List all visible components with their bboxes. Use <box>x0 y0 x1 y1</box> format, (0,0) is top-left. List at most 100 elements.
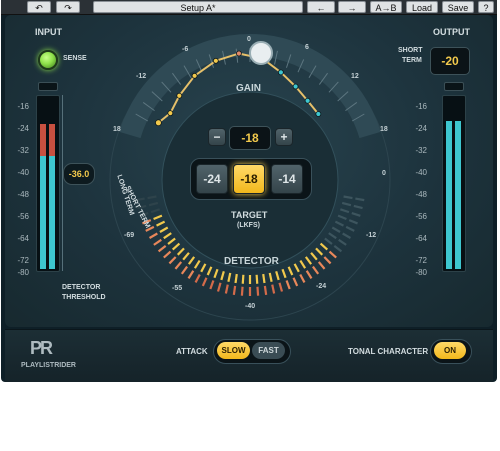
target-value[interactable]: -18 <box>229 126 271 150</box>
detector-bar <box>310 252 318 261</box>
detector-bar <box>148 201 159 207</box>
gain-dot <box>191 72 198 79</box>
detector-bar <box>150 208 160 214</box>
detector-bar <box>224 284 229 294</box>
target-label: TARGET <box>231 210 268 220</box>
detector-bar <box>194 273 201 283</box>
target-preset-minus18[interactable]: -18 <box>233 164 265 194</box>
detector-tick-label: -55 <box>172 285 183 292</box>
detector-tick-label: -12 <box>366 232 377 239</box>
detector-bar <box>324 237 333 245</box>
detector-bar <box>315 247 324 256</box>
detector-bar <box>285 280 291 290</box>
detector-bar <box>234 273 238 284</box>
detector-bar <box>227 272 232 282</box>
detector-bar <box>241 274 245 284</box>
detector-bar <box>232 285 237 296</box>
detector-bar <box>328 232 337 240</box>
detector-bar <box>263 285 268 296</box>
brand-name: PLAYLISTRIDER <box>21 362 76 369</box>
gain-tick-label: 18 <box>113 126 121 133</box>
detector-bar <box>348 219 358 225</box>
attack-label: ATTACK <box>176 347 208 356</box>
detector-bar <box>176 247 185 256</box>
detector-bar <box>341 201 352 207</box>
gain-label: GAIN <box>236 83 261 94</box>
target-preset-minus14[interactable]: -14 <box>271 164 303 194</box>
detector-bar <box>351 212 361 217</box>
detector-bar <box>193 259 201 269</box>
detector-bar <box>268 272 273 282</box>
gain-tick-label: 0 <box>247 36 251 43</box>
target-units: (LKFS) <box>237 222 260 229</box>
detector-tick-label: -69 <box>124 232 135 239</box>
detector-bar <box>292 277 299 287</box>
detector-bar <box>255 274 259 284</box>
detector-bar <box>171 242 181 251</box>
detector-bar <box>163 250 172 259</box>
detector-bar <box>182 252 190 261</box>
detector-bar <box>174 261 183 270</box>
detector-bar <box>220 271 225 281</box>
gain-dot <box>315 111 322 117</box>
detector-bar <box>216 282 222 292</box>
detector-bar <box>153 214 163 220</box>
detector-bar <box>293 263 300 273</box>
detector-bar <box>304 256 313 265</box>
gain-dot <box>292 83 299 90</box>
detector-bar <box>271 284 276 294</box>
detector-bar <box>317 261 326 270</box>
detector-bar <box>201 277 208 287</box>
minus-icon: − <box>213 130 221 144</box>
detector-bar <box>209 280 215 290</box>
detector-bar <box>334 220 344 227</box>
gain-dot <box>236 50 242 57</box>
detector-bar <box>187 270 195 279</box>
detector-bar <box>163 232 172 240</box>
detector-bar <box>156 220 166 227</box>
gain-dot <box>212 57 219 64</box>
detector-bar <box>337 214 347 220</box>
detector-bar <box>333 245 343 253</box>
gain-knob[interactable] <box>249 41 273 65</box>
detector-bar <box>240 286 244 296</box>
attack-fast-button[interactable]: FAST <box>252 342 285 359</box>
detector-bar <box>168 256 177 265</box>
target-decrement-button[interactable]: − <box>208 128 226 146</box>
detector-bar <box>187 256 196 265</box>
detector-bar <box>281 268 287 279</box>
target-preset-minus24[interactable]: -24 <box>196 164 228 194</box>
detector-bar <box>355 197 365 202</box>
gain-dot <box>277 69 284 76</box>
detector-bar <box>200 263 207 273</box>
gain-tick-label: 18 <box>380 126 388 133</box>
detector-bar <box>331 226 341 233</box>
gain-dot <box>155 119 162 127</box>
detector-bar <box>328 250 337 259</box>
tonal-character-on-button[interactable]: ON <box>434 342 466 359</box>
detector-label: DETECTOR <box>224 256 279 267</box>
detector-bar <box>180 265 188 275</box>
tonal-character-label: TONAL CHARACTER <box>348 347 429 356</box>
detector-bar <box>345 225 355 232</box>
detector-tick-label: -40 <box>245 303 256 310</box>
gain-tick-label: 6 <box>305 44 309 51</box>
detector-bar <box>148 232 158 239</box>
detector-bar <box>275 271 280 281</box>
detector-bar <box>353 204 363 210</box>
detector-bar <box>153 238 162 246</box>
detector-bar <box>305 270 313 279</box>
detector-bar <box>157 245 167 253</box>
playlistrider-logo: PR <box>30 338 53 358</box>
detector-bar <box>299 259 307 269</box>
detector-bar <box>340 208 350 214</box>
gain-dot <box>304 97 311 104</box>
gain-dot <box>176 92 183 99</box>
detector-bar <box>287 266 294 276</box>
detector-bar <box>159 226 169 233</box>
detector-bar <box>256 286 260 296</box>
gain-tick-label: -12 <box>136 73 147 80</box>
attack-slow-button[interactable]: SLOW <box>217 342 250 359</box>
detector-tick-label: 0 <box>382 170 386 177</box>
target-increment-button[interactable]: + <box>275 128 293 146</box>
